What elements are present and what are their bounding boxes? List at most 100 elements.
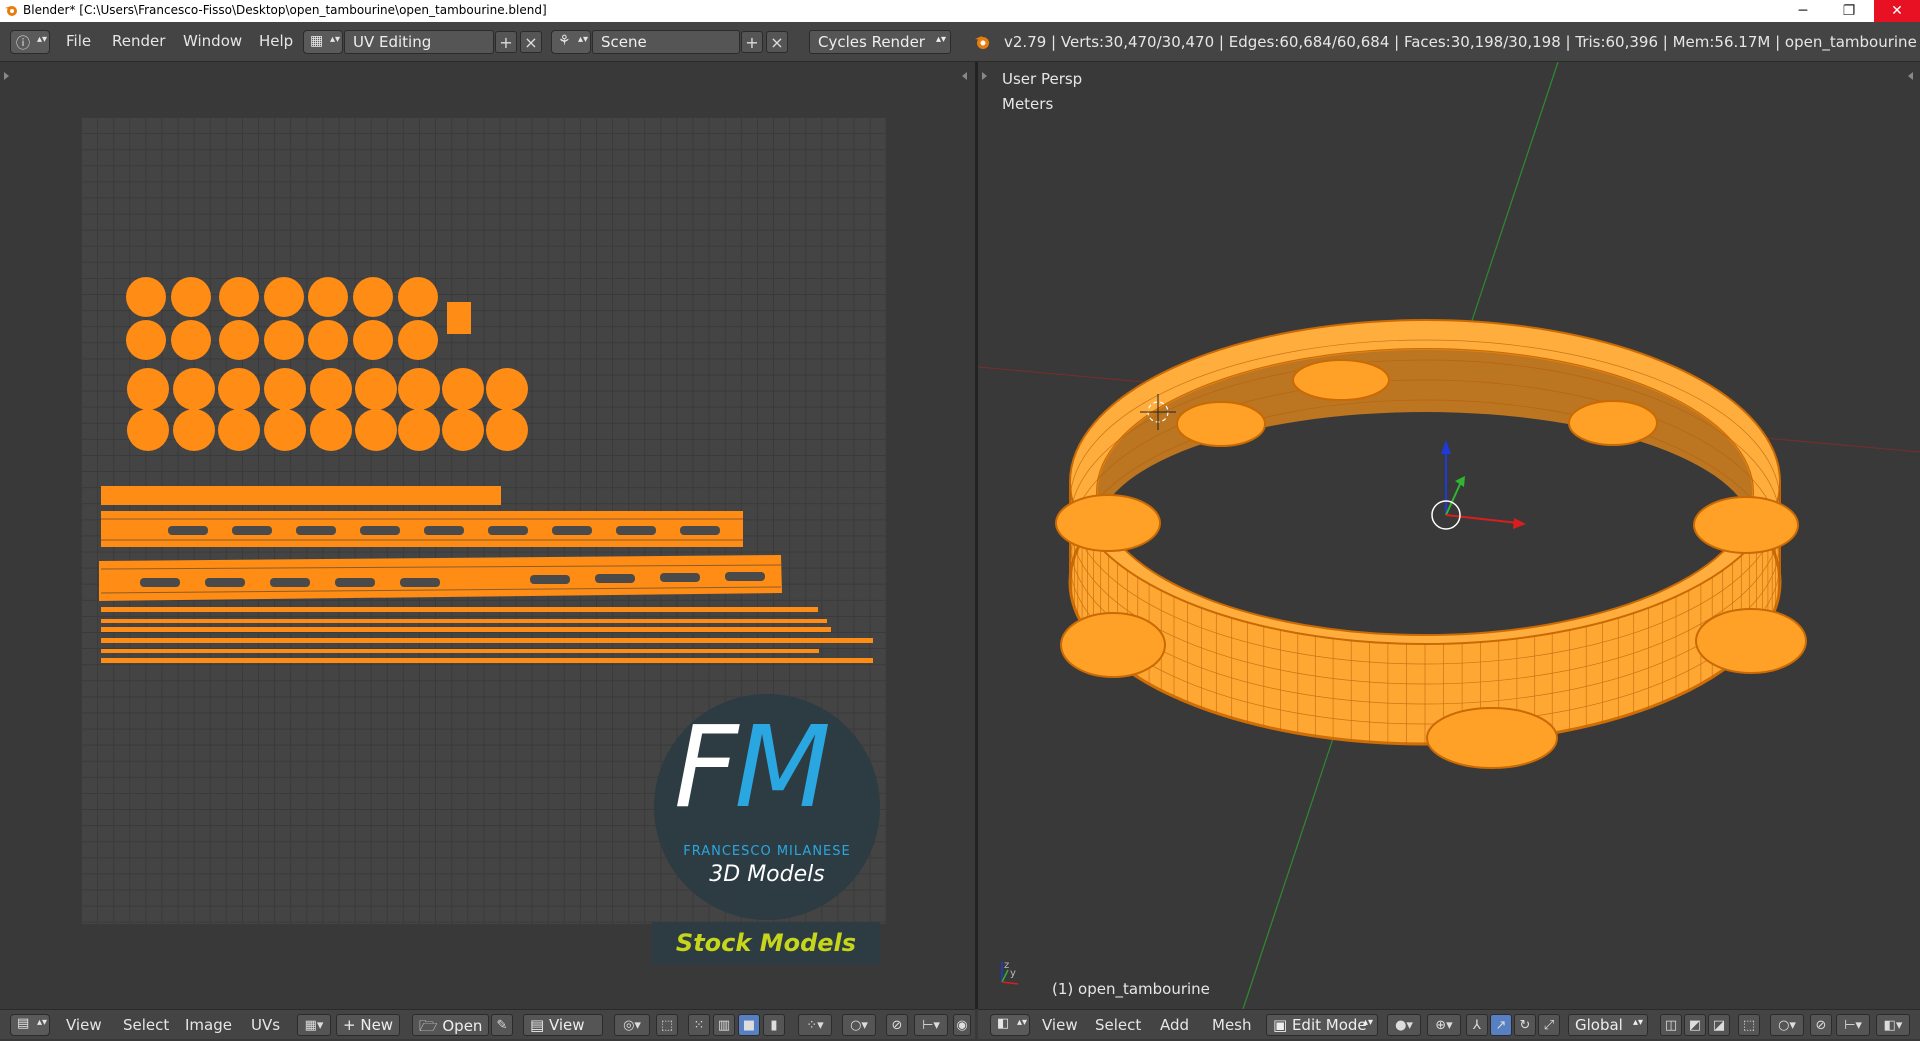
snap-element-icon[interactable]: ⊢▾: [1836, 1014, 1870, 1036]
3d-view-header: ◧ ▴▾ View Select Add Mesh ▣ Edit Mode ▴▾…: [978, 1009, 1920, 1039]
proportional-edit-icon[interactable]: ○▾: [1770, 1014, 1804, 1036]
uv-disc-island: [308, 320, 348, 360]
uv-editor-header: ▤ ▴▾ View Select Image UVs ▦▾ + New 🗁 Op…: [0, 1009, 975, 1039]
uv-menu-uvs[interactable]: UVs: [251, 1016, 280, 1034]
mode-dropdown[interactable]: ▣ Edit Mode ▴▾: [1266, 1014, 1378, 1036]
sync-selection-icon[interactable]: ⬚: [656, 1014, 678, 1036]
updown-arrows-icon: ▴▾: [1017, 1017, 1028, 1028]
menu-help[interactable]: Help: [259, 32, 293, 50]
new-image-button[interactable]: + New: [336, 1014, 401, 1036]
uv-disc-island: [219, 277, 259, 317]
add-scene-icon[interactable]: +: [741, 31, 763, 53]
logo-letter-f: F: [674, 703, 738, 833]
select-island-icon[interactable]: ▮: [763, 1014, 785, 1036]
watermark-logo: FM FRANCESCO MILANESE 3D Models: [654, 694, 880, 920]
screen-layout-field[interactable]: UV Editing: [344, 30, 494, 54]
proportional-edit-icon[interactable]: ○▾: [842, 1014, 876, 1036]
edit-mode-icon: ▣: [1273, 1016, 1292, 1034]
render-engine-dropdown[interactable]: Cycles Render ▴▾: [809, 30, 951, 54]
occlude-geometry-icon[interactable]: ⬚: [1738, 1014, 1760, 1036]
scale-manipulator-icon[interactable]: ⤢: [1538, 1014, 1560, 1036]
uv-disc-island: [355, 368, 397, 410]
sticky-mode-icon[interactable]: ⁘▾: [798, 1014, 832, 1036]
uv-strip-island: [101, 486, 501, 505]
uv-menu-view[interactable]: View: [66, 1016, 102, 1034]
select-face-icon[interactable]: ■: [738, 1014, 760, 1036]
remove-layout-icon[interactable]: ×: [520, 31, 542, 53]
menu-file[interactable]: File: [66, 32, 91, 50]
updown-arrows-icon: ▴▾: [37, 34, 48, 45]
uv-disc-island: [264, 368, 306, 410]
close-button[interactable]: ✕: [1874, 0, 1920, 22]
watermark-tagline: Stock Models: [652, 922, 880, 964]
overflow-icon[interactable]: ◉: [953, 1014, 971, 1036]
translate-manipulator-icon[interactable]: ↗: [1490, 1014, 1512, 1036]
mode-label: Edit Mode: [1291, 1016, 1367, 1034]
axis-letter-z: z: [1004, 960, 1009, 971]
updown-arrows-icon: ▴▾: [1362, 1017, 1373, 1028]
edge-select-icon[interactable]: ◩: [1684, 1014, 1706, 1036]
plus-icon: +: [343, 1016, 361, 1034]
3d-viewport[interactable]: User Persp Meters z y (1) open_tambourin…: [978, 62, 1920, 1009]
editor-type-selector[interactable]: ⓘ ▴▾: [10, 30, 50, 54]
snap-icon[interactable]: ⊘: [886, 1014, 908, 1036]
info-header: ⓘ ▴▾ File Render Window Help ▦ ▴▾ UV Edi…: [0, 22, 1920, 62]
uv-editor-type-selector[interactable]: ▤ ▴▾: [10, 1014, 50, 1036]
blender-logo-icon: [975, 36, 989, 49]
snap-element-icon[interactable]: ⊢▾: [914, 1014, 948, 1036]
uv-disc-island: [486, 368, 528, 410]
rotate-manipulator-icon[interactable]: ↻: [1514, 1014, 1536, 1036]
overflow-icon[interactable]: ◧▾: [1876, 1014, 1910, 1036]
scene-stats: v2.79 | Verts:30,470/30,470 | Edges:60,6…: [1004, 33, 1917, 51]
3d-menu-select[interactable]: Select: [1095, 1016, 1141, 1034]
uv-image-editor[interactable]: FM FRANCESCO MILANESE 3D Models Stock Mo…: [0, 62, 975, 1009]
scene-browse[interactable]: ⚘ ▴▾: [551, 30, 591, 54]
menu-render[interactable]: Render: [112, 32, 165, 50]
updown-arrows-icon: ▴▾: [578, 34, 589, 45]
transform-orientation-dropdown[interactable]: Global ▴▾: [1568, 1014, 1648, 1036]
uv-menu-select[interactable]: Select: [123, 1016, 169, 1034]
select-edge-icon[interactable]: ▥: [713, 1014, 735, 1036]
updown-arrows-icon: ▴▾: [37, 1017, 48, 1028]
updown-arrows-icon: ▴▾: [330, 34, 341, 45]
uv-disc-island: [173, 368, 215, 410]
snap-icon[interactable]: ⊘: [1810, 1014, 1832, 1036]
minimize-button[interactable]: ─: [1780, 0, 1826, 22]
logo-letter-m: M: [734, 703, 831, 833]
orientation-y-axis: [1001, 969, 1009, 983]
3d-menu-add[interactable]: Add: [1160, 1016, 1189, 1034]
uv-menu-image[interactable]: Image: [185, 1016, 232, 1034]
manipulator-toggle-icon[interactable]: ⅄: [1466, 1014, 1488, 1036]
uv-disc-island: [127, 409, 169, 451]
uv-disc-island: [442, 368, 484, 410]
3d-editor-type-selector[interactable]: ◧ ▴▾: [990, 1014, 1030, 1036]
add-layout-icon[interactable]: +: [495, 31, 517, 53]
viewport-shading-icon[interactable]: ●▾: [1387, 1014, 1421, 1036]
restore-button[interactable]: ❐: [1826, 0, 1872, 22]
tambourine-mesh[interactable]: z y: [978, 62, 1920, 1009]
pivot-icon[interactable]: ◎▾: [614, 1014, 650, 1036]
scene-field[interactable]: Scene: [592, 30, 740, 54]
browse-image-icon[interactable]: ▦▾: [297, 1014, 331, 1036]
pin-icon[interactable]: ✎: [491, 1014, 513, 1036]
pivot-point-icon[interactable]: ⊕▾: [1427, 1014, 1461, 1036]
select-vertex-icon[interactable]: ⁙: [688, 1014, 710, 1036]
uv-disc-island: [398, 409, 440, 451]
face-select-icon[interactable]: ◪: [1708, 1014, 1730, 1036]
remove-scene-icon[interactable]: ×: [766, 31, 788, 53]
open-image-button[interactable]: 🗁 Open: [412, 1014, 490, 1036]
menu-window[interactable]: Window: [183, 32, 242, 50]
3d-menu-mesh[interactable]: Mesh: [1212, 1016, 1252, 1034]
uv-disc-island: [127, 368, 169, 410]
vertex-select-icon[interactable]: ◫: [1660, 1014, 1682, 1036]
uv-disc-island: [398, 320, 438, 360]
uv-disc-island: [353, 277, 393, 317]
render-engine-label: Cycles Render: [818, 33, 925, 51]
uv-view-dropdown[interactable]: ▤ View: [523, 1014, 603, 1036]
screen-layout-browse[interactable]: ▦ ▴▾: [303, 30, 343, 54]
uv-disc-island: [264, 320, 304, 360]
scene-icon: ⚘: [558, 33, 571, 49]
uv-disc-island: [126, 320, 166, 360]
uv-disc-island: [486, 409, 528, 451]
3d-menu-view[interactable]: View: [1042, 1016, 1078, 1034]
